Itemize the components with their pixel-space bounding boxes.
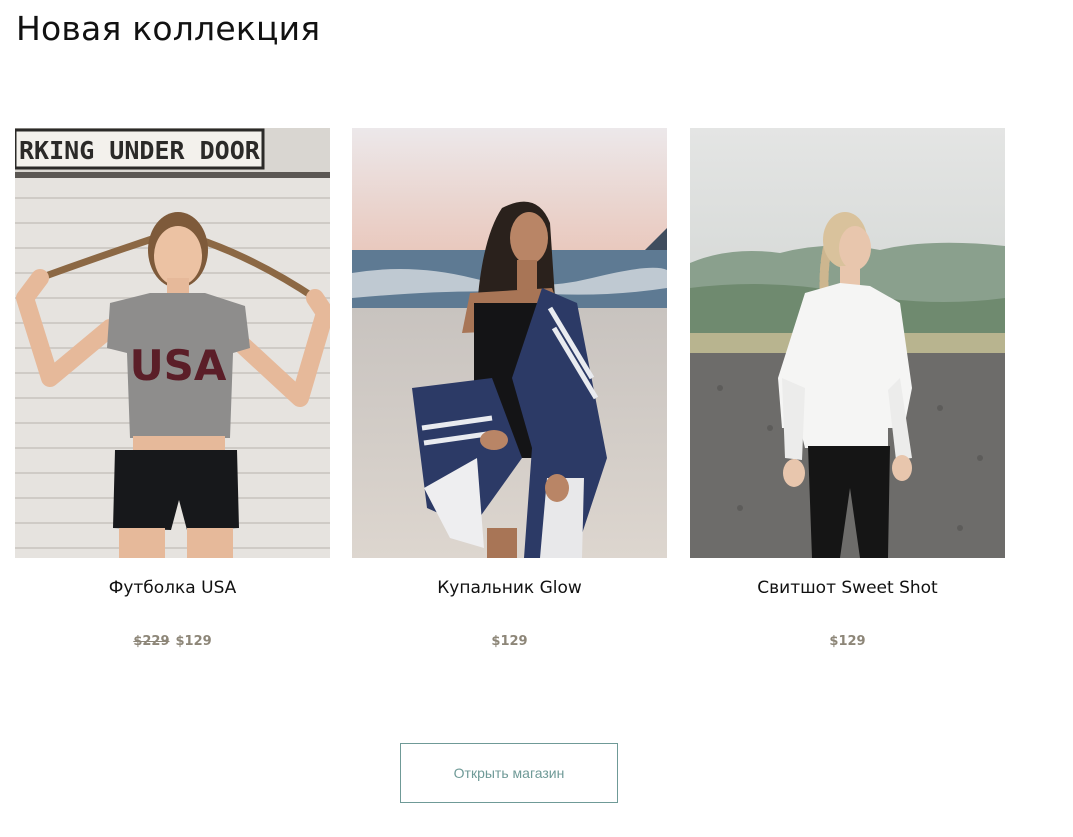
product-name[interactable]: Футболка USA: [15, 576, 330, 600]
product-price-group: $229 $129: [15, 633, 330, 651]
page-title: Новая коллекция: [16, 9, 321, 48]
product-name[interactable]: Купальник Glow: [352, 576, 667, 600]
product-grid: RKING UNDER DOOR USA Футболка USA $229 $…: [15, 128, 1005, 668]
product-card-usa-tshirt[interactable]: RKING UNDER DOOR USA Футболка USA $229 $…: [15, 128, 330, 668]
product-price: $129: [829, 634, 866, 649]
product-card-glow-swimsuit[interactable]: Купальник Glow $129: [352, 128, 667, 668]
product-price: $129: [491, 634, 528, 649]
product-price-group: $129: [352, 633, 667, 651]
product-card-sweet-shot-sweatshirt[interactable]: Свитшот Sweet Shot $129: [690, 128, 1005, 668]
product-image-sweet-shot-sweatshirt[interactable]: [690, 128, 1005, 558]
sign-text: RKING UNDER DOOR: [19, 136, 261, 165]
product-name[interactable]: Свитшот Sweet Shot: [690, 576, 1005, 600]
product-old-price: $229: [133, 634, 170, 649]
product-image-usa-tshirt[interactable]: RKING UNDER DOOR USA: [15, 128, 330, 558]
product-price: $129: [175, 634, 212, 649]
product-image-glow-swimsuit[interactable]: [352, 128, 667, 558]
open-shop-button[interactable]: Открыть магазин: [400, 743, 618, 803]
product-price-group: $129: [690, 633, 1005, 651]
shirt-text: USA: [130, 341, 227, 390]
